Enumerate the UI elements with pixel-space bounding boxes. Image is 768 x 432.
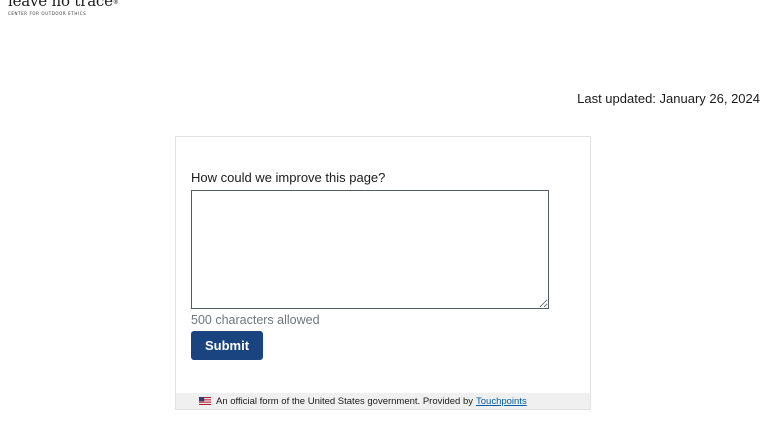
last-updated-text: Last updated: January 26, 2024 xyxy=(577,91,760,106)
leave-no-trace-logo[interactable]: leave no trace® CENTER FOR OUTDOOR ETHIC… xyxy=(8,0,128,16)
official-government-banner: An official form of the United States go… xyxy=(176,393,590,409)
character-limit-hint: 500 characters allowed xyxy=(191,313,320,327)
touchpoints-link[interactable]: Touchpoints xyxy=(476,396,527,407)
logo-tagline: CENTER FOR OUTDOOR ETHICS xyxy=(8,11,87,16)
logo-trademark: ® xyxy=(112,0,119,6)
feedback-question-label: How could we improve this page? xyxy=(191,170,386,185)
feedback-textarea[interactable] xyxy=(191,190,549,309)
us-flag-icon xyxy=(199,397,211,405)
government-banner-text: An official form of the United States go… xyxy=(216,395,473,407)
logo-name: leave no trace xyxy=(8,0,113,10)
feedback-form: How could we improve this page? 500 char… xyxy=(175,136,591,410)
submit-button[interactable]: Submit xyxy=(191,331,263,360)
